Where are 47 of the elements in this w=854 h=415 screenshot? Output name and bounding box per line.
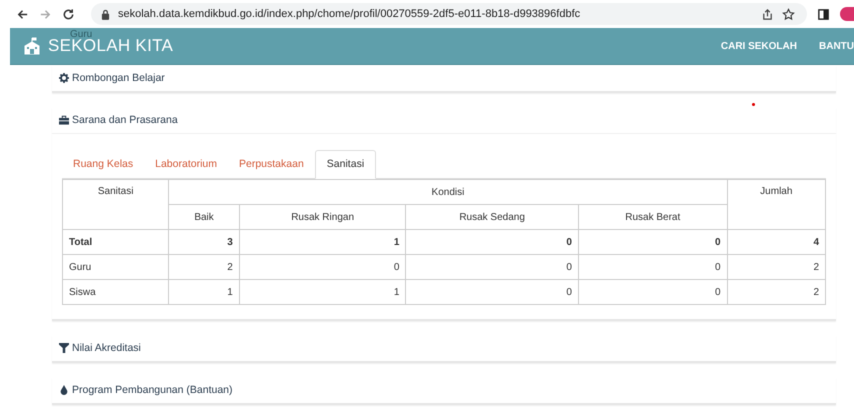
dot-mark — [752, 103, 755, 106]
column-header: Kondisi — [168, 180, 728, 204]
column-header: Baik — [168, 204, 240, 230]
table-cell: 3 — [168, 230, 240, 254]
table-cell: 0 — [406, 280, 578, 304]
section-title[interactable]: Sarana dan Prasarana — [72, 114, 178, 126]
drop-icon — [59, 385, 69, 395]
lock-icon — [101, 8, 110, 20]
table-cell: 0 — [406, 254, 578, 280]
column-header: Rusak Ringan — [239, 204, 406, 230]
table-cell: 1 — [239, 230, 406, 254]
gear-icon — [59, 73, 69, 83]
table-cell: Guru — [62, 254, 169, 280]
star-icon[interactable] — [782, 8, 795, 20]
tab[interactable]: Ruang Kelas — [62, 151, 144, 178]
share-icon[interactable] — [761, 8, 774, 20]
tab[interactable]: Perpustakaan — [228, 151, 315, 178]
table-cell: 0 — [406, 230, 578, 254]
back-icon[interactable] — [16, 8, 29, 20]
table-cell: 0 — [578, 280, 728, 304]
url-text: sekolah.data.kemdikbud.go.id/index.php/chome/profil/00270559-2df5-e011-8b18-d993896fdbfc — [118, 8, 580, 20]
briefcase-icon — [59, 115, 69, 125]
table-cell: Siswa — [62, 280, 169, 304]
table-cell: 0 — [239, 254, 406, 280]
side-panel-icon[interactable] — [817, 8, 830, 20]
filter-icon — [59, 343, 69, 353]
tab[interactable]: Laboratorium — [144, 151, 228, 178]
table-cell: 0 — [578, 230, 728, 254]
column-header: Sanitasi — [62, 180, 169, 230]
table-cell: 1 — [239, 280, 406, 304]
table-cell: 4 — [727, 230, 826, 254]
table-cell: 2 — [168, 254, 240, 280]
table-cell: 2 — [727, 254, 826, 280]
table-cell: 2 — [727, 280, 826, 304]
profile-avatar[interactable] — [840, 7, 854, 21]
table-cell: Total — [62, 230, 169, 254]
section-title[interactable]: Nilai Akreditasi — [72, 342, 141, 354]
column-header: Rusak Sedang — [406, 204, 578, 230]
school-icon — [22, 36, 42, 56]
tab[interactable]: Sanitasi — [314, 150, 376, 179]
section-title[interactable]: Rombongan Belajar — [72, 72, 165, 84]
column-header: Jumlah — [727, 180, 826, 230]
table-cell: 1 — [168, 280, 240, 304]
table-cell: 0 — [578, 254, 728, 280]
section-title[interactable]: Program Pembangunan (Bantuan) — [72, 384, 233, 396]
address-bar[interactable]: sekolah.data.kemdikbud.go.id/index.php/chome/profil/00270559-2df5-e011-8b18-d993896fdbfc — [91, 3, 807, 25]
reload-icon[interactable] — [62, 8, 75, 20]
